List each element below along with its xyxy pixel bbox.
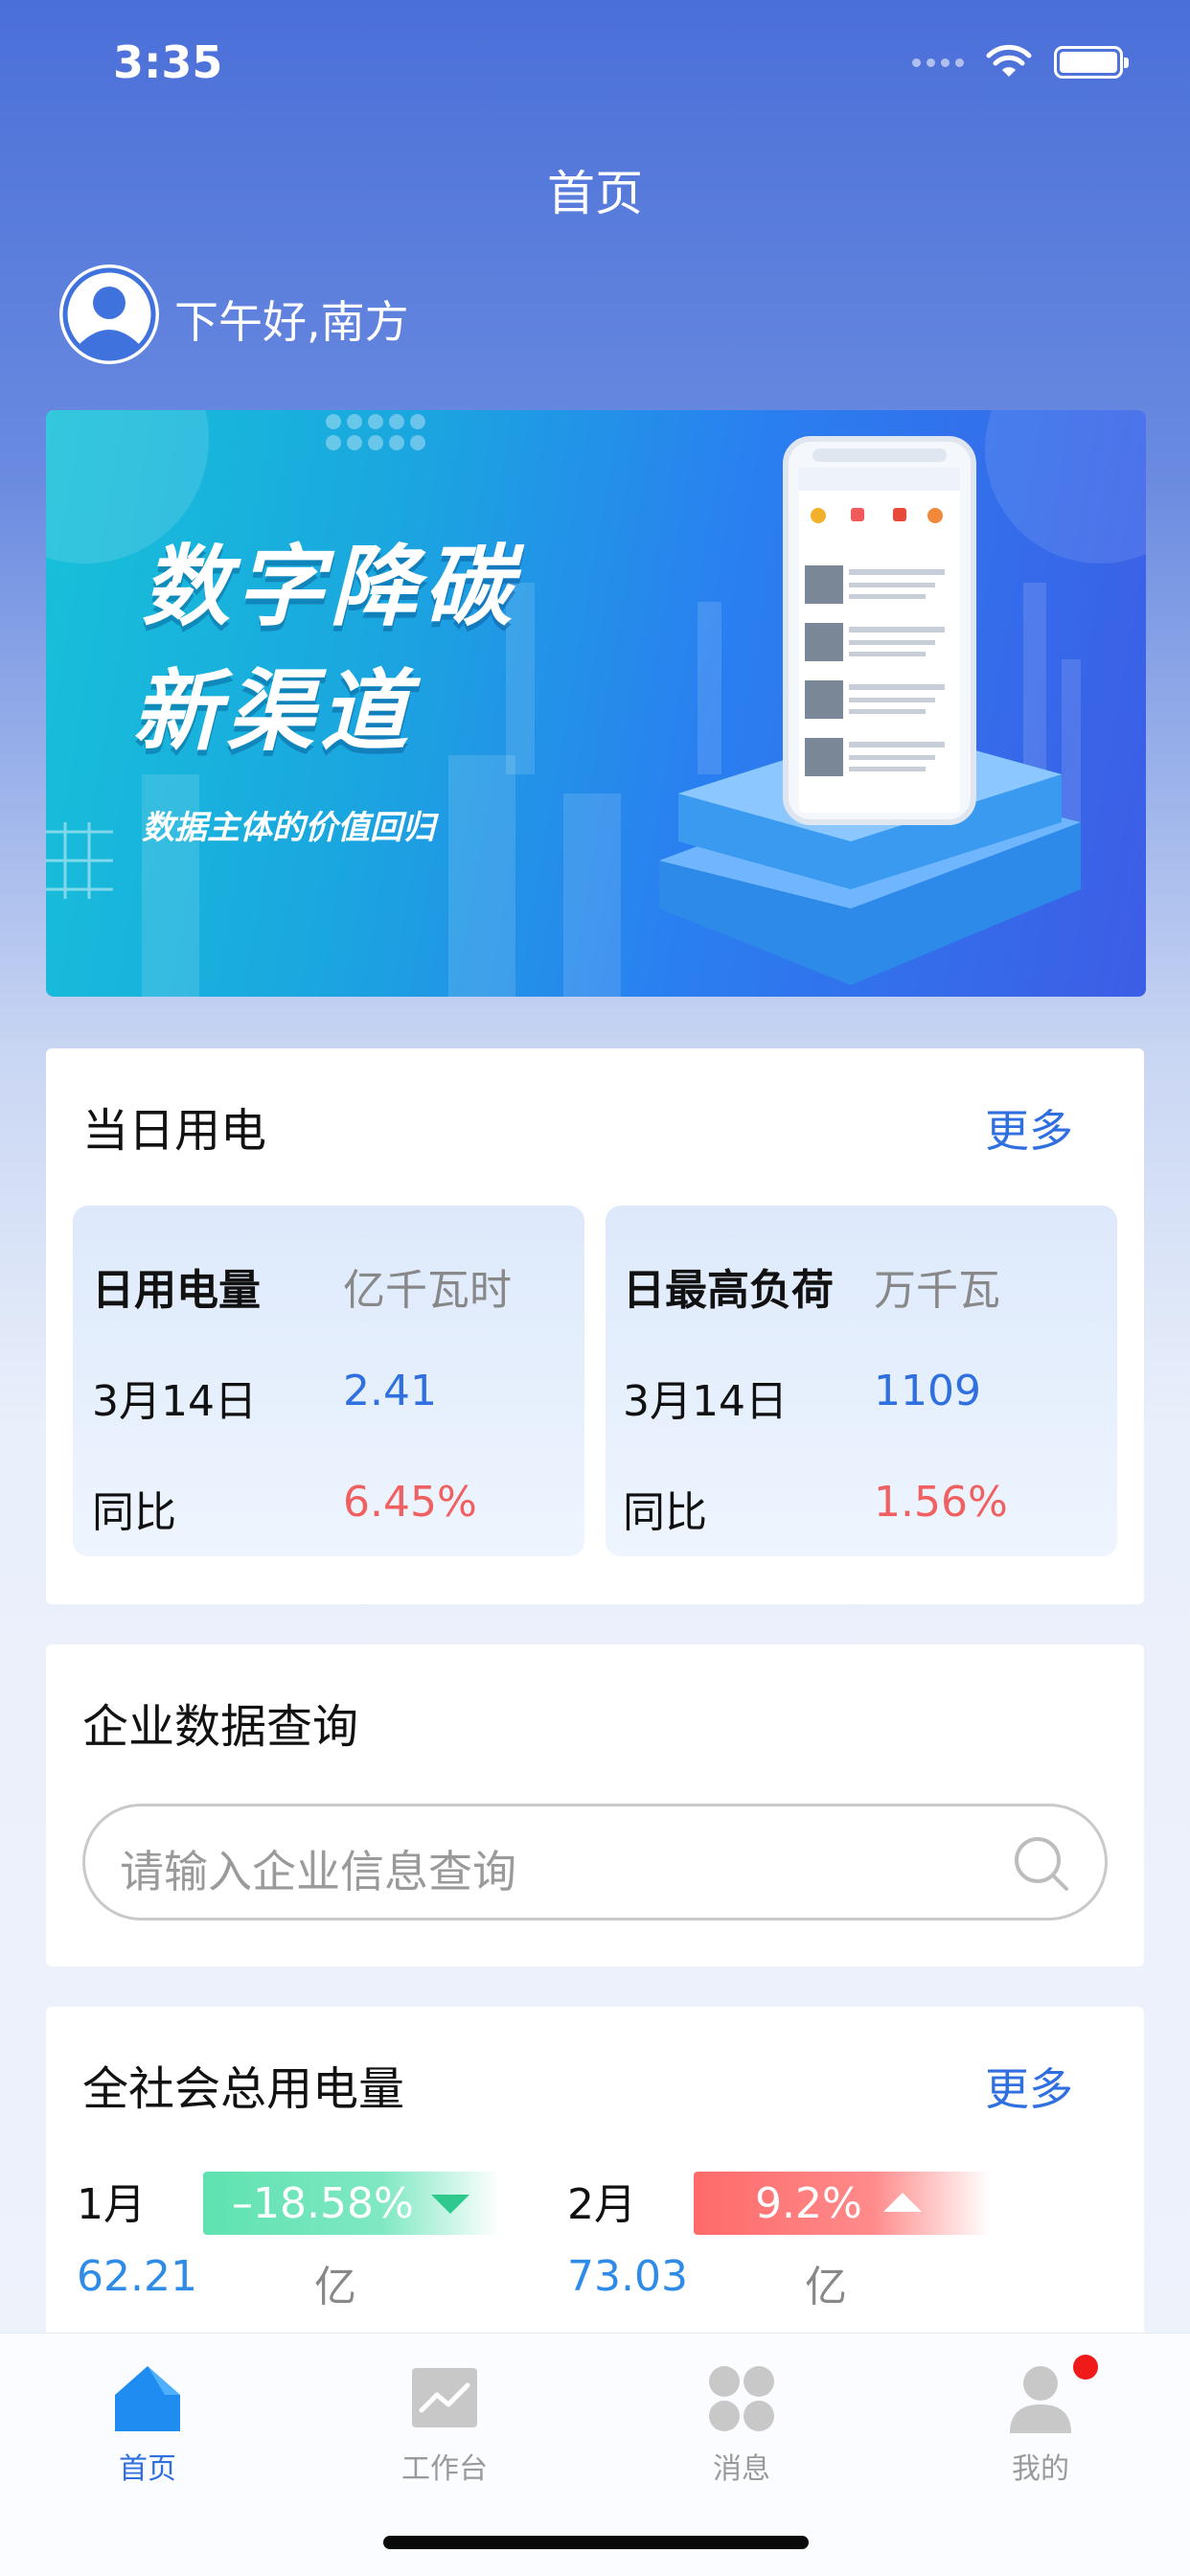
peak-load-yoy-label: 同比: [623, 1488, 707, 1537]
daily-consumption-label: 日用电量: [92, 1266, 261, 1315]
battery-icon: [1054, 46, 1129, 79]
month-value: 62.21: [77, 2252, 197, 2301]
peak-load-date: 3月14日: [623, 1377, 788, 1426]
trend-up-icon: [882, 2193, 922, 2212]
tab-label: 首页: [119, 2452, 176, 2486]
daily-usage-card: 当日用电 更多 日用电量 亿千瓦时 3月14日 2.41 同比 6.45% 日最…: [46, 1048, 1144, 1604]
tab-profile[interactable]: 我的: [945, 2355, 1136, 2487]
tab-label: 工作台: [401, 2452, 488, 2486]
month-unit: 亿: [805, 2263, 847, 2312]
daily-consumption-yoy: 6.45%: [343, 1478, 477, 1527]
change-badge-down: –18.58%: [203, 2172, 500, 2235]
month-label: 2月: [567, 2180, 636, 2229]
banner-subtitle: 数据主体的价值回归: [142, 809, 435, 847]
peak-load-box[interactable]: 日最高负荷 万千瓦 3月14日 1109 同比 1.56%: [606, 1206, 1117, 1556]
wifi-icon: [986, 44, 1032, 77]
search-placeholder: 请输入企业信息查询: [120, 1846, 516, 1898]
peak-load-label: 日最高负荷: [623, 1266, 834, 1315]
workbench-icon: [412, 2368, 477, 2427]
social-more-link[interactable]: 更多: [985, 2055, 1073, 2118]
banner-headline-1: 数字降碳: [142, 536, 518, 638]
daily-consumption-box[interactable]: 日用电量 亿千瓦时 3月14日 2.41 同比 6.45%: [73, 1206, 584, 1556]
profile-icon: [1010, 2366, 1071, 2433]
signal-icon: [912, 58, 964, 67]
status-time: 3:35: [113, 36, 223, 88]
notification-dot: [1073, 2355, 1098, 2380]
change-value: –18.58%: [232, 2178, 414, 2228]
daily-consumption-value: 2.41: [343, 1367, 437, 1415]
social-usage-title: 全社会总用电量: [82, 2062, 405, 2116]
home-indicator[interactable]: [383, 2536, 809, 2549]
message-icon: [709, 2366, 774, 2431]
tab-label: 我的: [1012, 2452, 1069, 2486]
enterprise-search-input[interactable]: 请输入企业信息查询: [82, 1804, 1108, 1920]
peak-load-yoy: 1.56%: [874, 1478, 1008, 1527]
daily-consumption-unit: 亿千瓦时: [343, 1266, 512, 1315]
enterprise-query-card: 企业数据查询 请输入企业信息查询: [46, 1644, 1144, 1966]
enterprise-query-title: 企业数据查询: [82, 1700, 359, 1754]
month-unit: 亿: [314, 2263, 356, 2312]
peak-load-value: 1109: [874, 1367, 981, 1415]
promo-banner[interactable]: 数字降碳 新渠道 数据主体的价值回归: [46, 410, 1146, 997]
tab-home[interactable]: 首页: [52, 2362, 243, 2487]
month-label: 1月: [77, 2180, 146, 2229]
home-icon: [115, 2366, 180, 2431]
daily-consumption-yoy-label: 同比: [92, 1488, 176, 1537]
change-badge-up: 9.2%: [694, 2172, 991, 2235]
tab-workbench[interactable]: 工作台: [349, 2362, 540, 2487]
status-icons: [912, 44, 1129, 80]
tab-label: 消息: [713, 2452, 770, 2486]
daily-more-link[interactable]: 更多: [985, 1096, 1073, 1160]
daily-usage-title: 当日用电: [82, 1104, 267, 1158]
tab-message[interactable]: 消息: [646, 2362, 837, 2487]
greeting-text: 下午好,南方: [174, 296, 409, 348]
daily-consumption-date: 3月14日: [92, 1377, 257, 1426]
trend-down-icon: [430, 2195, 469, 2214]
user-avatar-icon: [62, 267, 156, 361]
change-value: 9.2%: [755, 2178, 862, 2228]
month-value: 73.03: [567, 2252, 688, 2301]
page-title: 首页: [547, 166, 643, 221]
search-icon[interactable]: [1011, 1833, 1072, 1895]
banner-headline-2: 新渠道: [132, 660, 415, 763]
avatar[interactable]: [59, 264, 159, 364]
peak-load-unit: 万千瓦: [874, 1266, 1000, 1315]
